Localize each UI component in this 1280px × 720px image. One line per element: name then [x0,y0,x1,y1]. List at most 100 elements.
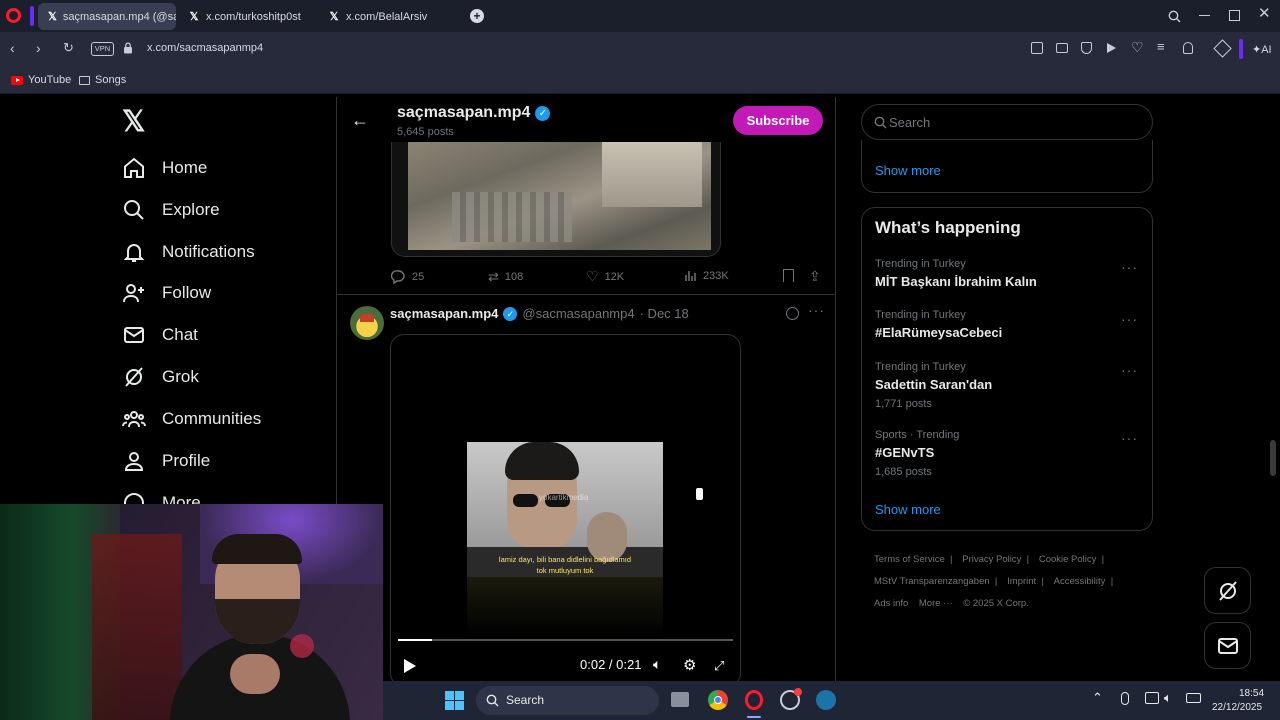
network-icon[interactable] [1145,692,1159,704]
settings-gear-icon[interactable]: ⚙ [683,656,696,674]
nav-grok[interactable]: Grok [122,365,199,389]
bookmark-youtube[interactable]: YouTube [11,74,71,86]
extensions-icon[interactable] [1213,39,1232,58]
mail-icon [1218,638,1238,654]
views-button[interactable]: 233K [684,269,729,282]
tweet-handle[interactable]: @sacmasapanmp4 [522,306,634,321]
menu-icon[interactable]: ≡ [1157,39,1165,54]
more-options-icon[interactable]: ··· [1121,311,1138,327]
play-button[interactable] [404,659,416,673]
restore-icon[interactable] [1229,10,1240,21]
reply-button[interactable]: 25 [391,269,424,284]
nav-explore[interactable]: Explore [122,198,220,222]
search-tabs-icon[interactable] [1168,10,1181,25]
scrollbar[interactable] [1270,100,1276,680]
volume-icon[interactable]: 🔈︎ [1164,690,1172,706]
nav-profile[interactable]: Profile [122,449,210,473]
tab-turkoshitp0st[interactable]: 𝕏 x.com/turkoshitp0st [178,3,316,30]
battery-icon[interactable] [1186,693,1201,703]
file-explorer-icon[interactable] [671,692,689,707]
camera-icon[interactable] [1056,43,1068,53]
tweet-date[interactable]: · Dec 18 [640,306,689,321]
more-options-icon[interactable]: ··· [808,302,825,318]
clock-time[interactable]: 18:54 [1239,688,1264,699]
url-text[interactable]: x.com/sacmasapanmp4 [147,42,263,54]
more-options-icon[interactable]: ··· [1121,362,1138,378]
repost-icon: ⇄ [488,269,499,284]
ai-button[interactable]: ✦AI [1252,43,1272,56]
volume-icon[interactable]: 🔈︎ [653,656,661,673]
more-options-icon[interactable]: ··· [1121,430,1138,446]
nav-home[interactable]: Home [122,156,207,180]
more-options-icon[interactable]: ··· [1121,259,1138,275]
trend-item[interactable]: Trending in Turkey #ElaRümeysaCebeci [875,309,1140,340]
like-button[interactable]: ♡ 12K [586,268,624,285]
bookmark-songs[interactable]: Songs [79,74,126,86]
messages-float-button[interactable] [1204,622,1251,669]
show-more-link[interactable]: Show more [875,163,941,178]
verified-icon: ✓ [535,105,551,121]
footer-link[interactable]: Imprint [1007,576,1036,587]
trend-posts: 1,771 posts [875,398,932,410]
footer-link[interactable]: Ads info [874,598,908,609]
video-progress-track[interactable] [398,639,733,641]
taskbar-search[interactable]: Search [476,686,659,715]
forward-icon[interactable]: › [36,41,41,55]
ai-label: AI [1261,44,1272,56]
close-icon[interactable]: ✕ [1258,6,1271,21]
steam-icon[interactable] [816,690,836,710]
x-logo[interactable]: 𝕏 [122,106,145,138]
play-icon[interactable] [1107,43,1116,53]
grok-float-button[interactable] [1204,567,1251,614]
vpn-badge[interactable]: VPN [91,42,114,56]
show-more-link[interactable]: Show more [875,502,941,517]
account-icon[interactable] [1183,42,1193,54]
footer-link[interactable]: MStV Transparenzangaben [874,576,990,587]
tab-active[interactable]: 𝕏 saçmasapan.mp4 (@saçma [38,3,176,30]
share-icon[interactable]: ⇪ [809,268,821,285]
video-player[interactable]: yokartikmedia lamiz dayı, bili bana didl… [390,334,741,687]
nav-follow[interactable]: Follow [122,281,211,305]
footer-link[interactable]: Accessibility [1054,576,1106,587]
trend-item[interactable]: Sports · Trending #GENvTS 1,685 posts [875,429,1140,478]
repost-button[interactable]: ⇄ 108 [488,269,523,285]
tweet-media-image[interactable] [391,142,721,257]
heart-icon[interactable]: ♡ [1131,39,1144,56]
nav-notifications[interactable]: Notifications [122,240,255,264]
windows-start-icon[interactable] [445,691,464,710]
footer-link[interactable]: Cookie Policy [1039,554,1097,565]
nav-chat[interactable]: Chat [122,323,198,347]
avatar[interactable] [350,306,384,340]
opera-icon[interactable] [745,690,763,710]
fullscreen-icon[interactable]: ⤢ [714,658,724,674]
shield-icon[interactable] [1081,42,1092,54]
microphone-icon[interactable] [1121,692,1129,705]
chrome-icon[interactable] [708,690,728,710]
minimize-icon[interactable] [1199,15,1210,16]
footer-link[interactable]: Privacy Policy [962,554,1021,565]
new-tab-button[interactable]: + [470,9,484,23]
subscribe-button[interactable]: Subscribe [733,106,823,135]
nav-label: Grok [162,367,199,386]
opera-logo-icon[interactable] [6,8,21,23]
trend-name: #GENvTS [875,445,935,460]
footer-link[interactable]: More ··· [919,598,953,609]
footer-copyright: © 2025 X Corp. [963,598,1029,609]
trend-item[interactable]: Trending in Turkey Sadettin Saran'dan 1,… [875,361,1140,410]
nav-communities[interactable]: Communities [122,407,261,431]
search-box[interactable]: Search [861,104,1153,140]
app-icon[interactable] [780,688,802,710]
tweet-author-name[interactable]: saçmasapan.mp4 [390,306,498,321]
back-arrow-icon[interactable]: ← [351,110,369,131]
bookmark-icon[interactable] [783,269,794,282]
footer-link[interactable]: Terms of Service [874,554,945,565]
reload-icon[interactable]: ↻ [63,41,74,54]
clock-date[interactable]: 22/12/2025 [1212,702,1262,713]
tab-title: x.com/BelalArsiv [346,10,428,23]
back-icon[interactable]: ‹ [10,41,15,55]
chevron-up-icon[interactable]: ⌃ [1092,690,1103,706]
trend-item[interactable]: Trending in Turkey MİT Başkanı İbrahim K… [875,258,1140,289]
tab-belalarsiv[interactable]: 𝕏 x.com/BelalArsiv [318,3,462,30]
edit-icon[interactable] [1031,42,1043,54]
grok-icon[interactable] [786,307,799,320]
